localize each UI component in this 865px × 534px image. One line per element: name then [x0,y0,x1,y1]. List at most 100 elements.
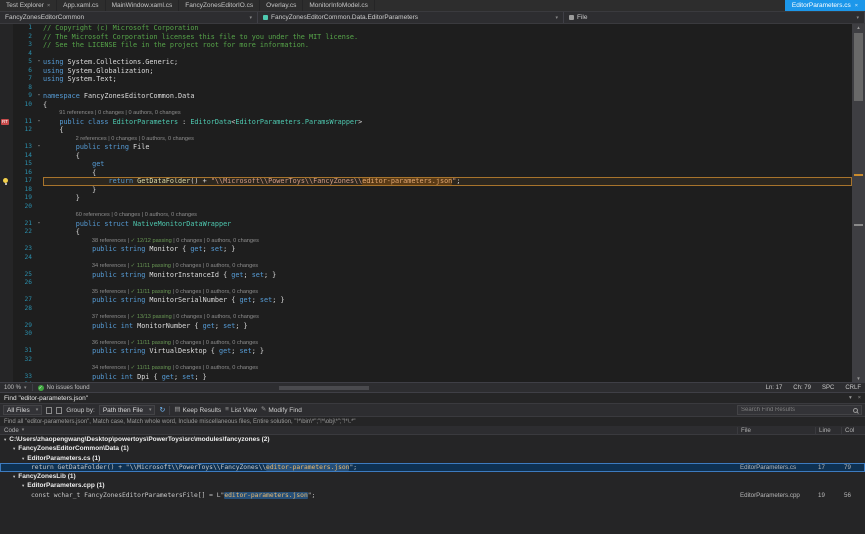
code-line[interactable]: 25 public string MonitorInstanceId { get… [0,271,852,280]
find-group-row[interactable]: ▾EditorParameters.cs (1) [0,454,865,463]
find-group-row[interactable]: ▾EditorParameters.cpp (1) [0,481,865,490]
code-line[interactable]: 10{ [0,101,852,110]
expand-arrow-icon[interactable]: ▾ [4,435,6,444]
issues-indicator[interactable]: ✓ No issues found [38,385,90,391]
code-line[interactable]: 23 public string Monitor { get; set; } [0,245,852,254]
tab-mainwindow-xaml-cs[interactable]: MainWindow.xaml.cs [106,0,180,11]
code-line[interactable]: 31 public string VirtualDesktop { get; s… [0,347,852,356]
find-group-row[interactable]: ▾C:\Users\zhaopengwang\Desktop\powertoys… [0,435,865,444]
expand-arrow-icon[interactable]: ▾ [22,481,24,490]
open-document-icon[interactable] [46,407,52,414]
editor-vertical-scrollbar[interactable]: ▲ ▼ [852,24,865,382]
code-line[interactable]: 32 [0,356,852,365]
column-line[interactable]: Line [815,427,841,434]
keep-results-toggle[interactable]: ▤ Keep Results [174,405,221,415]
codelens-row[interactable]: 34 references | ✓ 11/11 passing | 0 chan… [0,364,852,373]
margin-badge[interactable]: RT [1,119,9,125]
code-line[interactable]: 29 public int MonitorNumber { get; set; … [0,322,852,331]
expand-arrow-icon[interactable]: ▾ [13,472,15,481]
code-editor[interactable]: 1// Copyright (c) Microsoft Corporation2… [0,24,865,382]
code-line[interactable]: 30 [0,330,852,339]
line-ending-indicator[interactable]: CRLF [845,385,861,391]
code-line[interactable]: 15 get [0,160,852,169]
code-line[interactable]: 20 [0,203,852,212]
fold-chevron-icon[interactable]: ▾ [35,58,43,67]
modify-find-button[interactable]: ✎ Modify Find [261,405,302,415]
tab-editorparameters-active[interactable]: EditorParameters.cs × [785,0,865,11]
codelens-row[interactable]: 34 references | ✓ 11/11 passing | 0 chan… [0,262,852,271]
code-line[interactable]: 8 [0,84,852,93]
code-line[interactable]: 6using System.Globalization; [0,67,852,76]
code-line[interactable]: 3// See the LICENSE file in the project … [0,41,852,50]
scope-dropdown[interactable]: All Files ▾ [3,405,42,415]
code-line[interactable]: 21▾ public struct NativeMonitorDataWrapp… [0,220,852,229]
project-dropdown[interactable]: FancyZonesEditorCommon ▾ [0,12,258,23]
lightbulb-icon[interactable] [3,178,8,183]
codelens-row[interactable]: 2 references | 0 changes | 0 authors, 0 … [0,135,852,144]
code-line[interactable]: 24 [0,254,852,263]
code-line[interactable]: 34 [0,381,852,382]
tab-test-explorer[interactable]: Test Explorer× [0,0,57,11]
find-result-row[interactable]: const wchar_t FancyZonesEditorParameters… [0,491,865,500]
zoom-dropdown[interactable]: 100 % ▾ [4,385,27,391]
copy-icon[interactable] [56,407,62,414]
codelens-row[interactable]: 60 references | 0 changes | 0 authors, 0… [0,211,852,220]
code-line[interactable]: 26 [0,279,852,288]
codelens-row[interactable]: 35 references | ✓ 11/11 passing | 0 chan… [0,288,852,297]
scroll-up-icon[interactable]: ▲ [852,24,865,31]
code-line[interactable]: 28 [0,305,852,314]
fold-chevron-icon[interactable]: ▾ [35,92,43,101]
member-dropdown[interactable]: File ▾ [564,12,865,23]
tab-app-xaml-cs[interactable]: App.xaml.cs [57,0,105,11]
find-search-box[interactable] [737,405,862,415]
group-by-dropdown[interactable]: Path then File ▾ [99,405,156,415]
fold-chevron-icon[interactable]: ▾ [35,143,43,152]
column-col[interactable]: Col [841,427,865,434]
code-line[interactable]: 17 return GetDataFolder() + "\\Microsoft… [0,177,852,186]
code-line[interactable]: 13▾ public string File [0,143,852,152]
code-line[interactable]: 16 { [0,169,852,178]
code-line[interactable]: 22 { [0,228,852,237]
codelens-row[interactable]: 36 references | ✓ 11/11 passing | 0 chan… [0,339,852,348]
code-line[interactable]: 33 public int Dpi { get; set; } [0,373,852,382]
tab-overlay-cs[interactable]: Overlay.cs [260,0,303,11]
chevron-down-icon[interactable]: ▾ [849,395,852,401]
find-group-row[interactable]: ▾FancyZonesEditorCommon\Data (1) [0,444,865,453]
codelens-row[interactable]: 38 references | ✓ 12/12 passing | 0 chan… [0,237,852,246]
find-group-row[interactable]: ▾FancyZonesLib (1) [0,472,865,481]
tab-monitorinfomodel-cs[interactable]: MonitorInfoModel.cs [303,0,375,11]
close-icon[interactable]: × [47,3,50,9]
expand-arrow-icon[interactable]: ▾ [13,444,15,453]
code-line[interactable]: 1// Copyright (c) Microsoft Corporation [0,24,852,33]
column-code[interactable]: Code ▾ [0,427,737,434]
codelens-row[interactable]: 91 references | 0 changes | 0 authors, 0… [0,109,852,118]
column-file[interactable]: File [737,427,815,434]
code-line[interactable]: 7using System.Text; [0,75,852,84]
scrollbar-thumb[interactable] [854,33,863,101]
fold-chevron-icon[interactable]: ▾ [35,118,43,127]
close-icon[interactable]: × [858,395,861,401]
horizontal-scrollbar[interactable] [95,385,755,391]
tab-fancyzoneseditorio-cs[interactable]: FancyZonesEditorIO.cs [179,0,260,11]
code-line[interactable]: 5▾using System.Collections.Generic; [0,58,852,67]
code-line[interactable]: 19 } [0,194,852,203]
code-line[interactable]: 2// The Microsoft Corporation licenses t… [0,33,852,42]
close-icon[interactable]: × [855,3,858,9]
search-input[interactable] [741,407,851,413]
code-line[interactable]: 12 { [0,126,852,135]
codelens-row[interactable]: 37 references | ✓ 13/13 passing | 0 chan… [0,313,852,322]
code-line[interactable]: 14 { [0,152,852,161]
code-line[interactable]: 4 [0,50,852,59]
list-view-toggle[interactable]: ≡ List View [225,405,257,415]
code-line[interactable]: RT11▾ public class EditorParameters : Ed… [0,118,852,127]
code-line[interactable]: 18 } [0,186,852,195]
scroll-down-icon[interactable]: ▼ [852,375,865,382]
fold-chevron-icon[interactable]: ▾ [35,220,43,229]
refresh-icon[interactable]: ↻ [159,406,165,414]
scrollbar-thumb[interactable] [279,386,369,390]
spaces-indicator[interactable]: SPC [822,385,834,391]
expand-arrow-icon[interactable]: ▾ [22,454,24,463]
code-line[interactable]: 27 public string MonitorSerialNumber { g… [0,296,852,305]
type-dropdown[interactable]: FancyZonesEditorCommon.Data.EditorParame… [258,12,564,23]
find-result-row[interactable]: return GetDataFolder() + "\\Microsoft\\P… [0,463,865,472]
